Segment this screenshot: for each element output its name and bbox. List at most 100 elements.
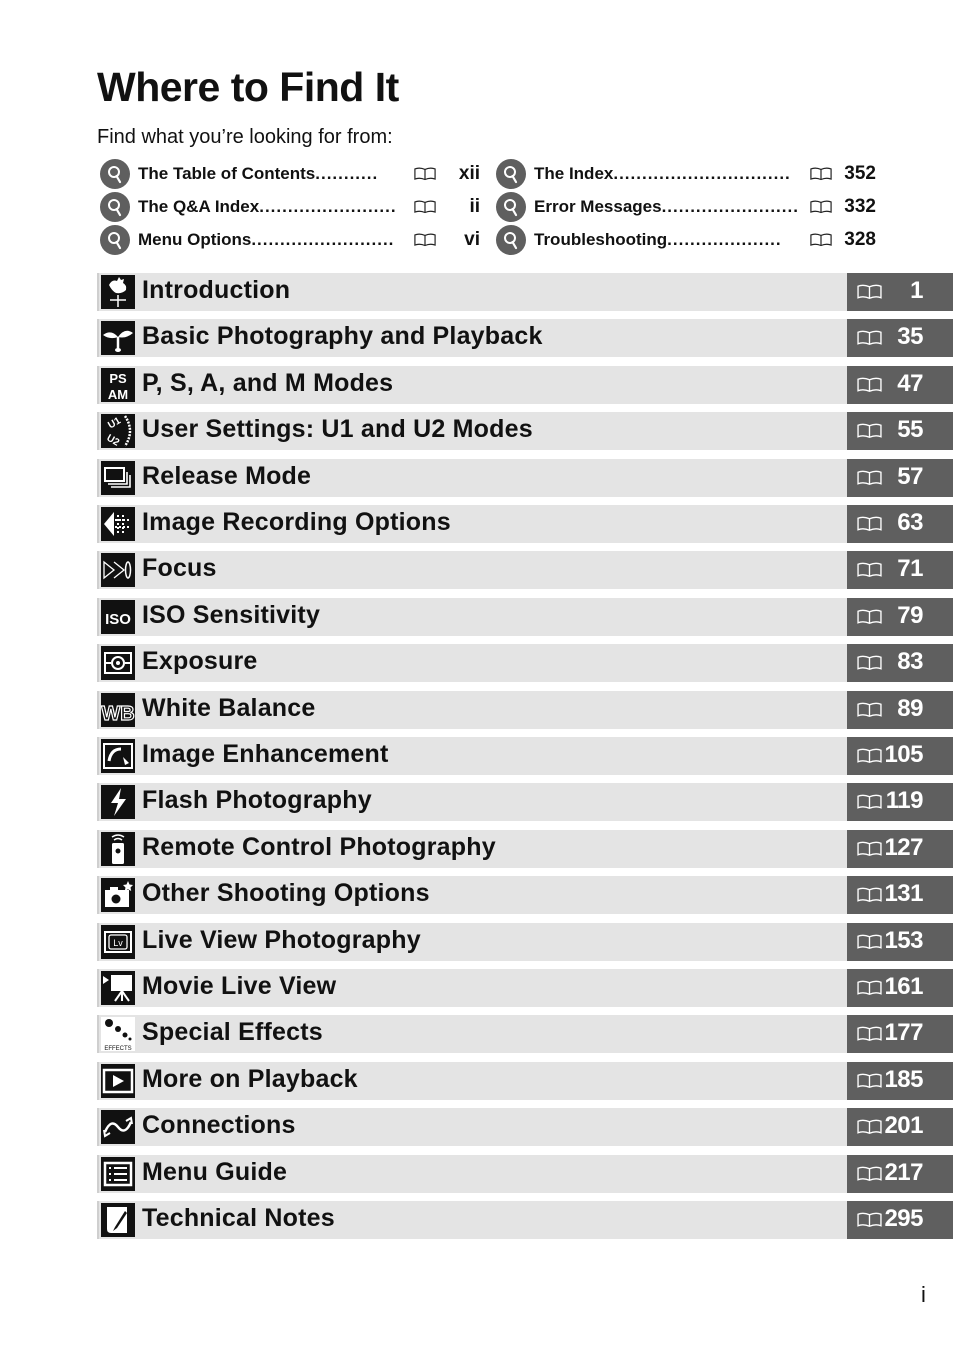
chapter-row[interactable]: Movie Live View 161 [97,969,953,1007]
finder-item-label: The Q&A Index........................ [138,196,397,216]
iso-icon: ISO [101,599,135,634]
chapter-page-box[interactable]: 131 [847,876,953,915]
remote-control-icon [101,831,135,866]
book-icon [857,1026,882,1042]
book-icon [857,887,882,903]
book-icon [810,167,832,181]
chapter-page-box[interactable]: 89 [847,690,953,729]
chapter-page-box[interactable]: 217 [847,1154,953,1193]
book-icon [857,470,882,486]
chapter-page-box[interactable]: 161 [847,969,953,1007]
chapter-page-number: 295 [884,1205,923,1232]
finder-item-page: 328 [844,228,876,250]
book-icon [857,980,882,996]
svg-text:WB: WB [101,703,134,725]
chapter-title: Release Mode [142,461,312,490]
finder-item[interactable]: The Q&A Index........................ ii [100,190,480,223]
chapter-page-box[interactable]: 35 [847,319,953,358]
finder-list-right: The Index...............................… [496,157,876,256]
book-icon [810,233,832,247]
u1-u2-dial-icon: U1 U2 [101,414,135,449]
book-icon [857,284,882,300]
chapter-page-box[interactable]: 57 [847,458,953,497]
finder-item[interactable]: Error Messages........................ 33… [496,190,876,223]
svg-text:U2: U2 [105,433,122,448]
book-icon [810,200,832,214]
chapter-row[interactable]: Focus 71 [97,551,953,590]
chapter-row[interactable]: WB White Balance 89 [97,690,953,729]
chapter-row[interactable]: Remote Control Photography 127 [97,829,953,868]
chapter-page-number: 105 [884,741,923,768]
psam-icon: PS AM [101,367,135,402]
chapter-row[interactable]: Release Mode 57 [97,458,953,497]
release-mode-icon [101,460,135,495]
chapter-row[interactable]: Image Recording Options 63 [97,505,953,543]
magnifier-icon [496,158,526,189]
chapter-page-box[interactable]: 201 [847,1108,953,1147]
book-icon [857,562,882,578]
chapter-page-box[interactable]: 185 [847,1061,953,1100]
menu-guide-icon [101,1156,135,1191]
magnifier-icon [100,191,130,222]
chapter-row[interactable]: Image Enhancement 105 [97,737,953,775]
finder-item[interactable]: The Table of Contents........... xii [100,157,480,190]
book-icon [857,934,882,950]
finder-item-page: ii [469,195,480,217]
chapter-row[interactable]: Connections 201 [97,1108,953,1147]
chapter-page-box[interactable]: 63 [847,505,953,543]
chapter-row[interactable]: Exposure 83 [97,644,953,683]
finder-item-page: 332 [844,195,876,217]
chapter-page-box[interactable]: 83 [847,644,953,683]
chapter-row[interactable]: Technical Notes 295 [97,1201,953,1239]
chapter-row[interactable]: More on Playback 185 [97,1061,953,1100]
book-icon [414,200,436,214]
finder-item[interactable]: The Index...............................… [496,157,876,190]
chapter-row[interactable]: Flash Photography 119 [97,783,953,822]
chapter-page-box[interactable]: 79 [847,597,953,636]
finder-item[interactable]: Menu Options......................... vi [100,223,480,256]
chapter-row[interactable]: Lv Live View Photography 153 [97,922,953,961]
chapter-page-box[interactable]: 127 [847,829,953,868]
chapter-page-box[interactable]: 55 [847,412,953,451]
chapter-title: Movie Live View [142,972,337,1000]
chapter-row[interactable]: Basic Photography and Playback 35 [97,319,953,358]
finder-item-label: Error Messages........................ [534,196,799,216]
chapter-row[interactable]: Other Shooting Options 131 [97,876,953,915]
live-view-icon: Lv [101,924,135,959]
chapter-row[interactable]: Menu Guide 217 [97,1154,953,1193]
chapter-page-box[interactable]: 177 [847,1015,953,1054]
chapter-page-box[interactable]: 153 [847,922,953,961]
image-recording-icon [101,507,135,541]
chapter-row[interactable]: U1 U2 User Settings: U1 and U2 Modes 55 [97,412,953,451]
chapter-page-number: 185 [884,1065,923,1093]
book-icon [857,1073,882,1089]
finder-item-page: xii [458,162,480,184]
chapter-page-box[interactable]: 295 [847,1201,953,1239]
camera-star-icon [101,878,135,913]
chapter-page-number: 35 [897,323,923,351]
chapter-page-number: 1 [910,277,923,304]
svg-text:ISO: ISO [105,611,131,628]
chapter-row[interactable]: PS AM P, S, A, and M Modes 47 [97,365,953,404]
chapter-page-box[interactable]: 1 [847,273,953,311]
chapter-page-box[interactable]: 105 [847,737,953,775]
finder-item-label: Menu Options......................... [138,229,395,249]
book-icon [857,748,882,764]
chapter-title: More on Playback [142,1064,358,1093]
chapter-title: Image Recording Options [142,508,451,536]
magnifier-icon [496,191,526,222]
metering-icon [101,646,135,681]
chapter-row[interactable]: ISO ISO Sensitivity 79 [97,597,953,636]
chapter-page-box[interactable]: 47 [847,365,953,404]
chapter-page-box[interactable]: 119 [847,783,953,822]
chapter-row[interactable]: Introduction 1 [97,273,953,311]
svg-text:Lv: Lv [113,938,123,948]
book-icon [857,609,882,625]
book-icon [857,377,882,393]
finder-item-page: 352 [844,162,876,184]
finder-item[interactable]: Troubleshooting.................... 328 [496,223,876,256]
weathervane-icon [101,275,135,309]
svg-text:EFFECTS: EFFECTS [104,1046,131,1051]
chapter-row[interactable]: EFFECTS Special Effects 177 [97,1015,953,1054]
chapter-page-box[interactable]: 71 [847,551,953,590]
